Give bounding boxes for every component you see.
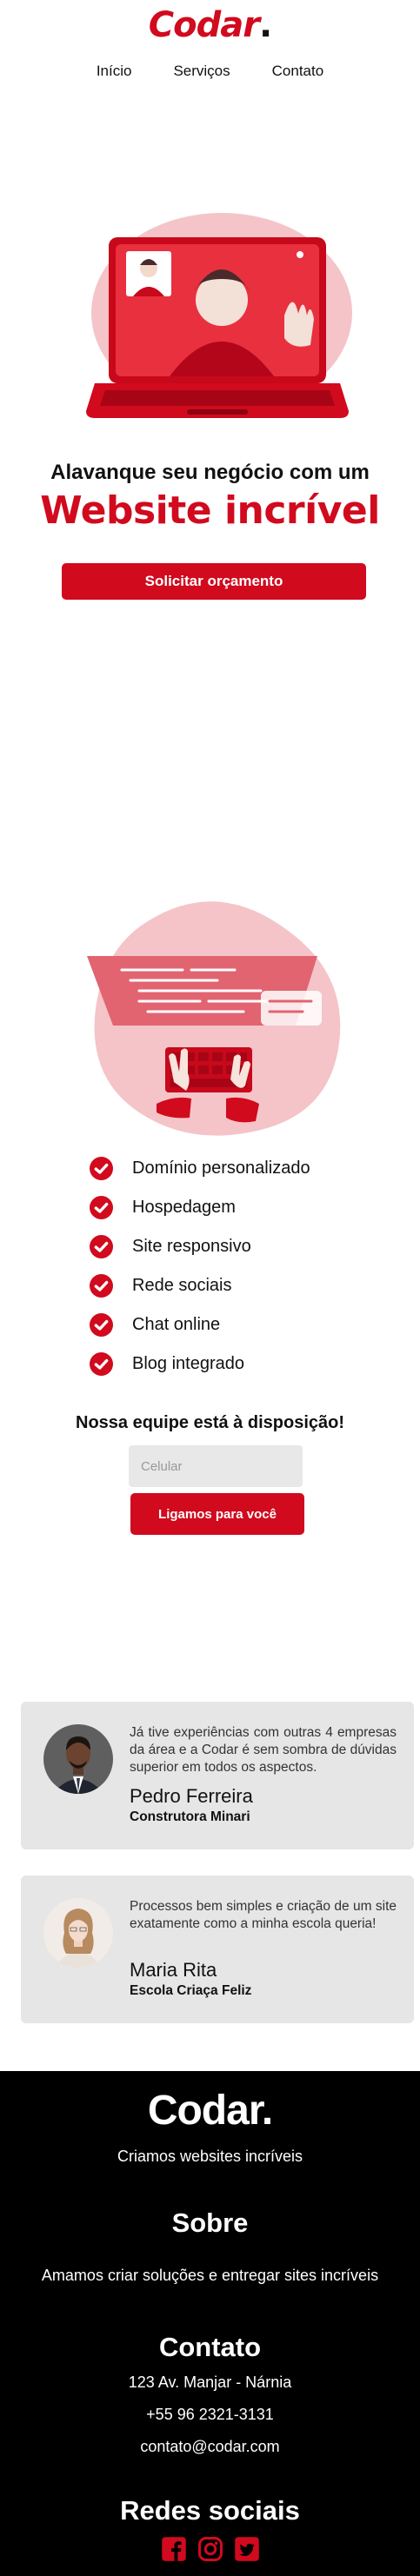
feature-label: Site responsivo (132, 1237, 251, 1256)
footer-about-title: Sobre (171, 2208, 249, 2238)
check-circle-icon (90, 1157, 113, 1180)
footer: Codar. Criamos websites incríveis Sobre … (0, 2071, 420, 2576)
laptop-video-call-illustration (86, 213, 352, 418)
feature-label: Hospedagem (132, 1198, 236, 1217)
footer-tagline: Criamos websites incríveis (117, 2148, 303, 2165)
testimonial-card: Já tive experiências com outras 4 empres… (21, 1702, 414, 1849)
footer-social-title: Redes sociais (120, 2495, 300, 2526)
testimonial-quote: Já tive experiências com outras 4 empres… (130, 1725, 397, 1775)
list-item: Domínio personalizado (90, 1149, 310, 1188)
coding-keyboard-illustration (87, 901, 341, 1136)
feature-label: Domínio personalizado (132, 1159, 310, 1178)
twitter-icon[interactable] (234, 2536, 260, 2562)
avatar (43, 1898, 113, 1968)
nav-link-contato[interactable]: Contato (272, 63, 324, 80)
testimonial-company: Escola Criaça Feliz (130, 1983, 252, 1998)
brand-logo-text: Codar (148, 5, 260, 45)
list-item: Site responsivo (90, 1227, 310, 1266)
avatar (43, 1724, 113, 1794)
list-item: Chat online (90, 1305, 310, 1344)
check-circle-icon (90, 1196, 113, 1219)
check-circle-icon (90, 1352, 113, 1376)
testimonial-company: Construtora Minari (130, 1809, 250, 1824)
testimonial-card: Processos bem simples e criação de um si… (21, 1876, 414, 2023)
list-item: Hospedagem (90, 1188, 310, 1227)
call-me-button[interactable]: Ligamos para você (130, 1493, 304, 1535)
footer-contact-title: Contato (158, 2332, 262, 2362)
facebook-icon[interactable] (161, 2536, 187, 2562)
features-list: Domínio personalizado Hospedagem Site re… (90, 1149, 310, 1384)
footer-about-text: Amamos criar soluções e entregar sites i… (41, 2267, 379, 2284)
footer-email[interactable]: contato@codar.com (0, 2438, 420, 2456)
hero-title: Website incrível (40, 488, 380, 533)
phone-input[interactable] (129, 1445, 303, 1487)
nav-link-inicio[interactable]: Início (97, 63, 132, 80)
testimonial-name: Maria Rita (130, 1959, 217, 1981)
feature-label: Blog integrado (132, 1354, 244, 1373)
footer-address: 123 Av. Manjar - Nárnia (128, 2374, 292, 2391)
check-circle-icon (90, 1274, 113, 1298)
brand-logo-dot: . (258, 5, 272, 45)
request-quote-button[interactable]: Solicitar orçamento (62, 563, 366, 600)
callback-title: Nossa equipe está à disposição! (76, 1413, 344, 1432)
feature-label: Rede sociais (132, 1276, 232, 1295)
feature-label: Chat online (132, 1315, 221, 1334)
social-links (0, 2536, 420, 2562)
brand-logo[interactable]: Codar. (0, 5, 420, 45)
check-circle-icon (90, 1235, 113, 1258)
footer-phone[interactable]: +55 96 2321-3131 (0, 2406, 420, 2424)
footer-brand: Codar. (147, 2088, 273, 2134)
testimonial-name: Pedro Ferreira (130, 1785, 253, 1807)
list-item: Rede sociais (90, 1266, 310, 1305)
hero-subtitle: Alavanque seu negócio com um (50, 461, 370, 484)
nav-link-servicos[interactable]: Serviços (173, 63, 230, 80)
main-nav: Início Serviços Contato (0, 63, 420, 80)
testimonial-quote: Processos bem simples e criação de um si… (130, 1899, 397, 1931)
instagram-icon[interactable] (197, 2536, 223, 2562)
list-item: Blog integrado (90, 1344, 310, 1384)
check-circle-icon (90, 1313, 113, 1337)
